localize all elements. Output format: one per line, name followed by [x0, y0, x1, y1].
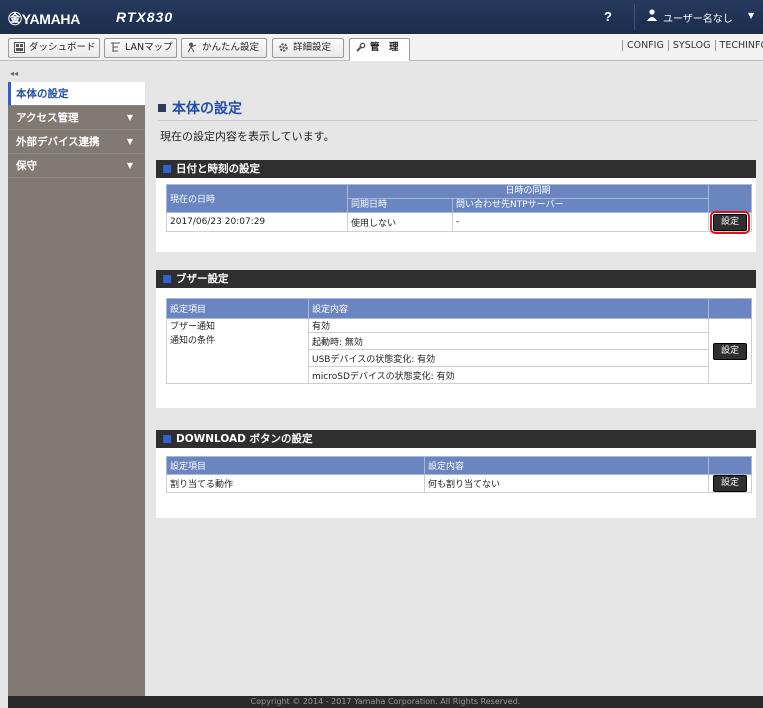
buzzer-settings-button[interactable]: 設定	[712, 342, 747, 360]
download-table: 設定項目 設定内容 割り当てる動作 何も割り当てない 設定	[166, 456, 752, 493]
sidebar-item-label: 本体の設定	[16, 88, 69, 100]
setting-value: 起動時: 無効	[308, 332, 709, 350]
column-header: 設定内容	[308, 298, 709, 319]
setting-item: 割り当てる動作	[166, 474, 425, 493]
sidebar-item-label: 保守	[16, 160, 37, 172]
setting-value: 有効	[308, 318, 709, 333]
footer-copyright: Copyright © 2014 - 2017 Yamaha Corporati…	[8, 696, 763, 708]
datetime-settings-button[interactable]: 設定	[709, 210, 751, 234]
network-map-icon	[111, 42, 120, 52]
download-button-section: DOWNLOAD ボタンの設定 設定項目 設定内容 割り当てる動作 何も割り当て…	[156, 430, 756, 518]
tab-label: ダッシュボード	[29, 42, 96, 53]
model-name: RTX830	[116, 9, 174, 25]
sidebar: 本体の設定 アクセス管理 ▼ 外部デバイス連携 ▼ 保守 ▼	[8, 82, 145, 696]
column-header	[708, 456, 752, 475]
yamaha-logo: ㊎YAMAHA	[8, 11, 81, 27]
syslog-link[interactable]: SYSLOG	[667, 40, 715, 51]
top-bar: ㊎YAMAHA RTX830 ? ユーザー名なし ▼	[0, 0, 763, 34]
techinfo-link[interactable]: TECHINFO	[714, 40, 763, 51]
tab-label: 管 理	[370, 42, 399, 53]
column-header	[708, 184, 752, 213]
column-header: 現在の日時	[166, 184, 348, 213]
main-content: 本体の設定 現在の設定内容を表示しています。 日付と時刻の設定 現在の日時 日時…	[146, 82, 763, 696]
column-header: 設定内容	[424, 456, 709, 475]
tab-label: かんたん設定	[202, 42, 260, 53]
section-header: ブザー設定	[156, 270, 756, 288]
table-row: ブザー通知 有効 設定	[166, 318, 752, 384]
title-icon	[158, 104, 166, 112]
table-row: 2017/06/23 20:07:29 使用しない - 設定	[166, 210, 752, 234]
tab-dashboard[interactable]: ダッシュボード	[8, 38, 100, 58]
help-button[interactable]: ?	[604, 9, 612, 24]
column-header: 日時の同期	[347, 184, 709, 199]
current-datetime: 2017/06/23 20:07:29	[166, 212, 348, 232]
sidebar-item-external-devices[interactable]: 外部デバイス連携 ▼	[8, 130, 145, 154]
sidebar-item-label: アクセス管理	[16, 112, 79, 124]
column-header: 問い合わせ先NTPサーバー	[452, 198, 709, 213]
setting-value: 何も割り当てない	[424, 474, 709, 493]
buzzer-table: 設定項目 設定内容 ブザー通知 有効 設定 通知の条件 起動時: 無効 USBデ…	[166, 298, 752, 384]
tab-management[interactable]: 管 理	[349, 38, 410, 61]
user-menu[interactable]: ユーザー名なし	[663, 10, 733, 25]
setting-value: microSDデバイスの状態変化: 有効	[308, 366, 709, 384]
setting-item: 通知の条件	[166, 332, 309, 384]
sidebar-item-device-settings[interactable]: 本体の設定	[8, 82, 145, 106]
column-header	[708, 298, 752, 319]
page-title-text: 本体の設定	[172, 101, 242, 117]
sidebar-item-label: 外部デバイス連携	[16, 136, 100, 148]
datetime-section: 日付と時刻の設定 現在の日時 日時の同期 同期日時 問い合わせ先NTPサーバー …	[156, 160, 756, 252]
collapse-sidebar-icon[interactable]: ◂◂	[10, 69, 18, 78]
setting-value: USBデバイスの状態変化: 有効	[308, 349, 709, 367]
download-settings-button[interactable]: 設定	[712, 475, 747, 492]
sidebar-item-access-management[interactable]: アクセス管理 ▼	[8, 106, 145, 130]
section-header: 日付と時刻の設定	[156, 160, 756, 178]
tab-easy-setup[interactable]: かんたん設定	[181, 38, 267, 58]
divider	[634, 4, 635, 30]
section-header: DOWNLOAD ボタンの設定	[156, 430, 756, 448]
chevron-down-icon[interactable]: ▼	[748, 11, 754, 20]
ntp-server-value: -	[452, 212, 709, 232]
tab-label: LANマップ	[125, 42, 173, 53]
page-title: 本体の設定	[158, 98, 242, 118]
sidebar-item-maintenance[interactable]: 保守 ▼	[8, 154, 145, 178]
chevron-down-icon: ▼	[126, 113, 133, 122]
utility-links: CONFIGSYSLOGTECHINFO	[622, 40, 763, 51]
divider	[158, 120, 758, 121]
tab-advanced-settings[interactable]: 詳細設定	[272, 38, 344, 58]
wrench-icon	[356, 42, 366, 52]
config-link[interactable]: CONFIG	[622, 40, 668, 51]
chevron-down-icon: ▼	[126, 137, 133, 146]
setting-item: ブザー通知	[166, 318, 309, 333]
person-icon	[187, 42, 197, 53]
datetime-table: 現在の日時 日時の同期 同期日時 問い合わせ先NTPサーバー 2017/06/2…	[166, 184, 752, 234]
table-row: 割り当てる動作 何も割り当てない 設定	[166, 474, 752, 493]
column-header: 設定項目	[166, 298, 309, 319]
buzzer-section: ブザー設定 設定項目 設定内容 ブザー通知 有効 設定 通知の条件 起動時: 無…	[156, 270, 756, 408]
user-icon	[647, 9, 657, 21]
column-header: 同期日時	[347, 198, 453, 213]
gear-icon	[279, 43, 288, 52]
tab-label: 詳細設定	[293, 42, 332, 53]
chevron-down-icon: ▼	[126, 161, 133, 170]
table-row: 通知の条件 起動時: 無効	[166, 332, 752, 384]
dashboard-icon	[14, 42, 25, 53]
column-header: 設定項目	[166, 456, 425, 475]
page-subtitle: 現在の設定内容を表示しています。	[160, 130, 335, 143]
sync-date-value: 使用しない	[347, 212, 453, 232]
tab-lan-map[interactable]: LANマップ	[104, 38, 177, 58]
